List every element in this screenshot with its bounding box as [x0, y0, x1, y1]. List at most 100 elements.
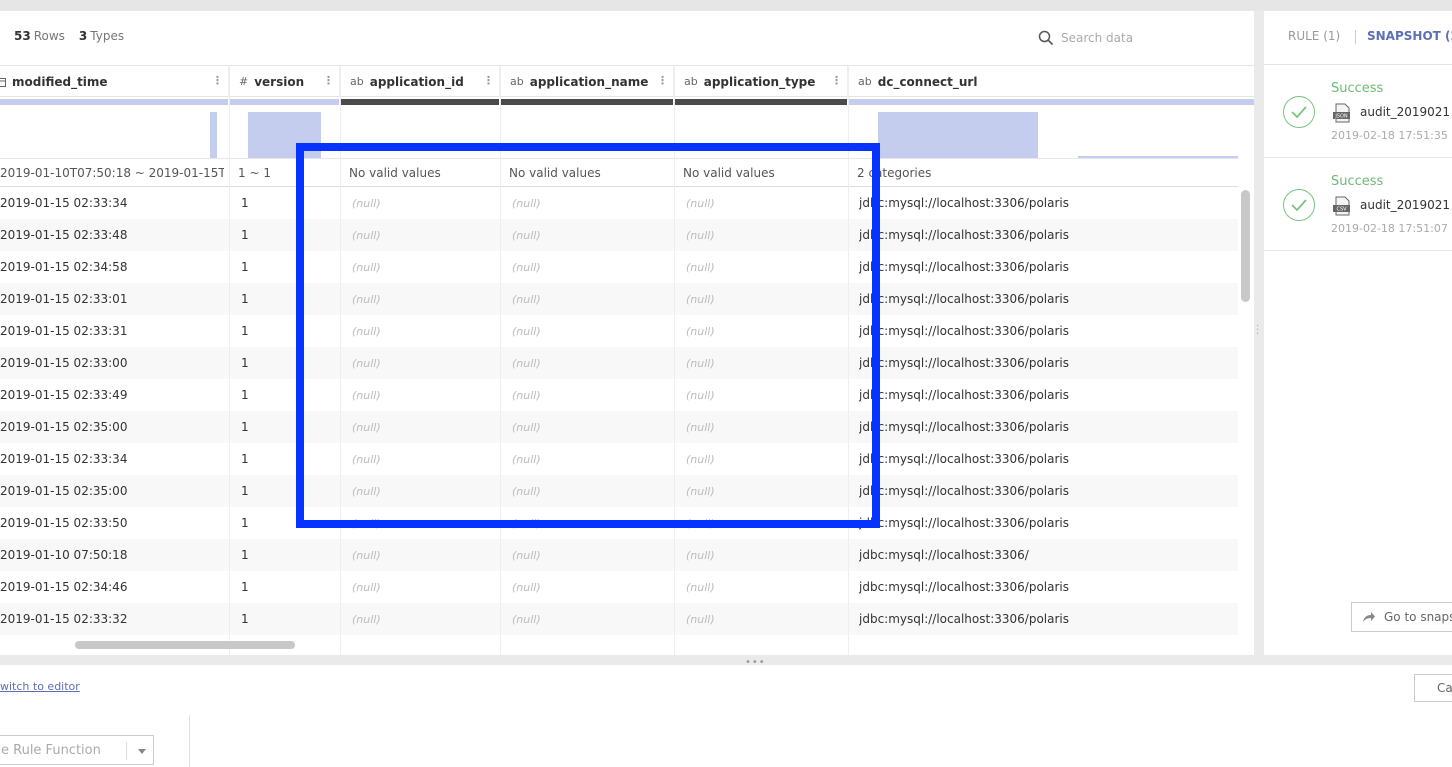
tab-snapshot[interactable]: SNAPSHOT (2 — [1367, 29, 1452, 43]
table-cell[interactable]: 2019-01-15 02:33:01 — [0, 283, 225, 315]
column-header-application-id[interactable]: ab application_id ⋮ — [340, 66, 500, 97]
number-icon: # — [239, 75, 249, 88]
types-label: Types — [90, 29, 125, 43]
table-cell[interactable]: jdbc:mysql://localhost:3306/polaris — [859, 475, 1229, 507]
column-menu-icon[interactable]: ⋮ — [483, 74, 494, 87]
table-cell[interactable]: 1 — [241, 603, 336, 635]
table-row[interactable]: 2019-01-10 07:50:18 1 (null) (null) (null) jd… — [0, 539, 1238, 571]
bottom-divider — [189, 715, 190, 767]
quality-bar-application-type — [675, 99, 847, 105]
search-input[interactable] — [1061, 31, 1211, 45]
quality-bar-modified-time — [0, 99, 228, 105]
table-cell[interactable]: 2019-01-15 02:33:48 — [0, 219, 225, 251]
column-header-row: modified_time ⋮ # version ⋮ ab applicati… — [0, 65, 1254, 97]
table-row[interactable]: 2019-01-15 02:33:32 1 (null) (null) (null) jd… — [0, 603, 1238, 635]
chevron-down-icon[interactable] — [138, 749, 146, 754]
table-cell[interactable]: 2019-01-15 02:33:31 — [0, 315, 225, 347]
select-divider — [126, 742, 127, 760]
csv-file-icon: CSV — [1333, 196, 1350, 216]
histogram-bar-dc-connect-url-1 — [878, 112, 1038, 158]
table-row[interactable]: 2019-01-15 02:34:46 1 (null) (null) (null) jd… — [0, 571, 1238, 603]
table-cell[interactable]: (null) — [352, 539, 497, 571]
table-cell[interactable]: jdbc:mysql://localhost:3306/ — [859, 539, 1229, 571]
table-cell[interactable]: jdbc:mysql://localhost:3306/polaris — [859, 507, 1229, 539]
table-cell[interactable]: jdbc:mysql://localhost:3306/polaris — [859, 571, 1229, 603]
table-cell[interactable]: 2019-01-15 02:33:34 — [0, 443, 225, 475]
go-to-snapshot-button[interactable]: Go to snaps — [1351, 602, 1452, 632]
column-header-dc-connect-url[interactable]: ab dc_connect_url — [848, 66, 1254, 97]
column-name: application_id — [369, 74, 464, 89]
table-cell[interactable]: 2019-01-15 02:33:50 — [0, 507, 225, 539]
column-menu-icon[interactable]: ⋮ — [831, 74, 842, 87]
table-cell[interactable]: jdbc:mysql://localhost:3306/polaris — [859, 251, 1229, 283]
table-cell[interactable]: jdbc:mysql://localhost:3306/polaris — [859, 603, 1229, 635]
table-cell[interactable]: 2019-01-15 02:33:49 — [0, 379, 225, 411]
table-cell[interactable]: 2019-01-15 02:34:46 — [0, 571, 225, 603]
success-check-icon — [1283, 96, 1315, 128]
snapshot-item[interactable]: Success CSV audit_2019021 2019-02-18 17:… — [1264, 158, 1452, 251]
highlight-rectangle — [296, 143, 880, 528]
column-menu-icon[interactable]: ⋮ — [323, 74, 334, 87]
snapshot-name[interactable]: audit_2019021 — [1360, 105, 1450, 119]
table-cell[interactable]: 2019-01-15 02:33:32 — [0, 603, 225, 635]
table-cell[interactable]: 2019-01-15 02:34:58 — [0, 251, 225, 283]
table-cell[interactable]: (null) — [686, 603, 844, 635]
table-cell[interactable]: 2019-01-15 02:35:00 — [0, 411, 225, 443]
column-header-application-type[interactable]: ab application_type ⋮ — [674, 66, 848, 97]
string-icon: ab — [350, 75, 364, 88]
table-cell[interactable]: 2019-01-15 02:33:00 — [0, 347, 225, 379]
tab-rule[interactable]: RULE (1) — [1288, 29, 1340, 43]
table-cell[interactable]: (null) — [686, 571, 844, 603]
table-cell[interactable]: (null) — [352, 603, 497, 635]
stat-dc-connect-url: 2 categories — [857, 166, 932, 180]
table-cell[interactable]: jdbc:mysql://localhost:3306/polaris — [859, 443, 1229, 475]
column-name: modified_time — [12, 74, 108, 89]
stat-modified-time: 2019-01-10T07:50:18 ~ 2019-01-15T… — [0, 166, 224, 180]
table-cell[interactable]: jdbc:mysql://localhost:3306/polaris — [859, 379, 1229, 411]
vertical-splitter-handle[interactable]: · · · — [1256, 322, 1259, 340]
column-quality-bars — [0, 99, 1254, 105]
column-name: application_type — [703, 74, 816, 89]
table-cell[interactable]: 2019-01-10 07:50:18 — [0, 539, 225, 571]
rule-function-select[interactable]: e Rule Function — [0, 735, 154, 765]
table-cell[interactable]: jdbc:mysql://localhost:3306/polaris — [859, 187, 1229, 219]
vertical-scrollbar[interactable] — [1238, 187, 1254, 655]
json-file-icon: JSON — [1333, 103, 1350, 123]
horizontal-scroll-thumb[interactable] — [75, 641, 295, 649]
vertical-scroll-thumb[interactable] — [1241, 190, 1250, 302]
snapshot-time: 2019-02-18 17:51:07 — [1331, 222, 1448, 235]
right-panel: RULE (1) SNAPSHOT (2 Success JSON audit_… — [1264, 11, 1452, 655]
right-panel-tabs: RULE (1) SNAPSHOT (2 — [1264, 11, 1452, 65]
search-box — [1038, 30, 1211, 46]
snapshot-name[interactable]: audit_2019021 — [1360, 198, 1450, 212]
file-type-label: CSV — [1336, 207, 1347, 213]
horizontal-scrollbar[interactable] — [0, 637, 1238, 655]
types-count: 3 — [78, 29, 88, 43]
calendar-icon — [0, 77, 6, 87]
snapshot-item[interactable]: Success JSON audit_2019021 2019-02-18 17… — [1264, 65, 1452, 158]
table-cell[interactable]: jdbc:mysql://localhost:3306/polaris — [859, 347, 1229, 379]
table-cell[interactable]: (null) — [512, 571, 670, 603]
string-icon: ab — [510, 75, 524, 88]
column-header-modified-time[interactable]: modified_time ⋮ — [0, 66, 229, 97]
switch-to-editor-link[interactable]: witch to editor — [0, 680, 80, 693]
table-cell[interactable]: (null) — [512, 539, 670, 571]
column-menu-icon[interactable]: ⋮ — [657, 74, 668, 87]
snapshot-status: Success — [1331, 174, 1384, 189]
table-cell[interactable]: 1 — [241, 539, 336, 571]
column-header-version[interactable]: # version ⋮ — [229, 66, 340, 97]
table-cell[interactable]: jdbc:mysql://localhost:3306/polaris — [859, 219, 1229, 251]
column-menu-icon[interactable]: ⋮ — [212, 74, 223, 87]
table-cell[interactable]: 2019-01-15 02:35:00 — [0, 475, 225, 507]
cancel-button[interactable]: Ca — [1414, 674, 1452, 702]
table-cell[interactable]: jdbc:mysql://localhost:3306/polaris — [859, 315, 1229, 347]
table-cell[interactable]: jdbc:mysql://localhost:3306/polaris — [859, 411, 1229, 443]
table-cell[interactable]: (null) — [686, 539, 844, 571]
column-header-application-name[interactable]: ab application_name ⋮ — [500, 66, 674, 97]
table-cell[interactable]: 1 — [241, 571, 336, 603]
table-cell[interactable]: 2019-01-15 02:33:34 — [0, 187, 225, 219]
table-cell[interactable]: (null) — [512, 603, 670, 635]
quality-bar-version — [230, 99, 339, 105]
table-cell[interactable]: (null) — [352, 571, 497, 603]
table-cell[interactable]: jdbc:mysql://localhost:3306/polaris — [859, 283, 1229, 315]
